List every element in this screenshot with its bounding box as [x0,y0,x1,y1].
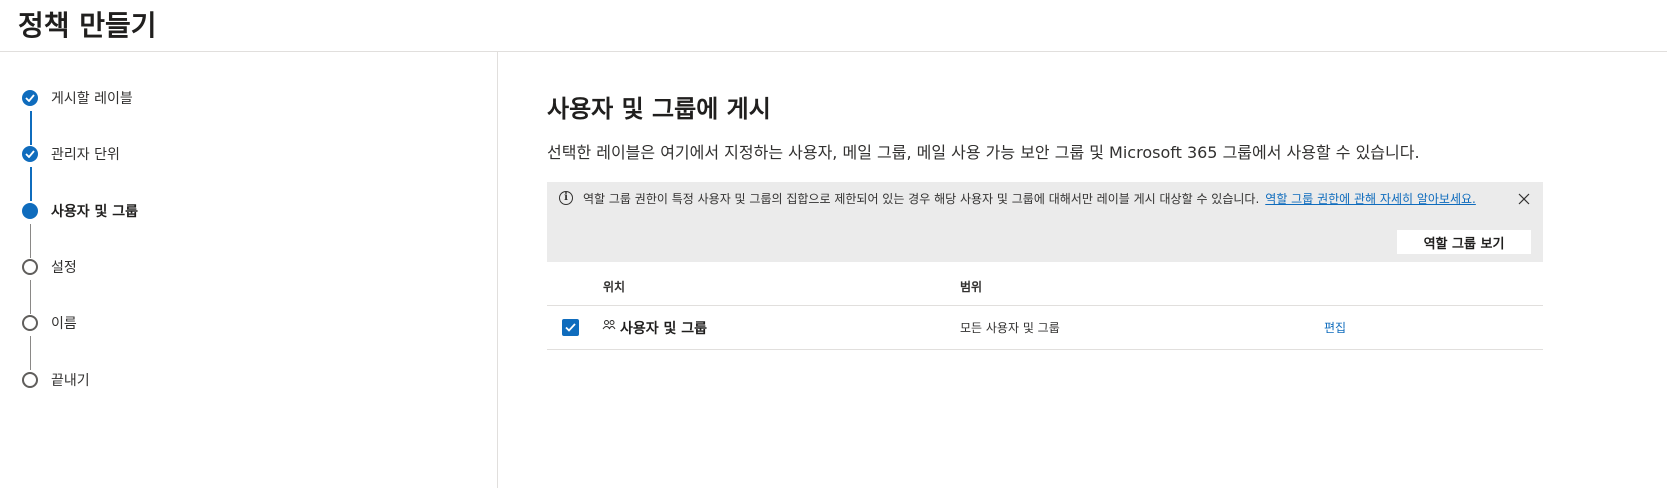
step-label: 끝내기 [51,373,90,389]
info-icon: i [559,191,573,205]
table-row: 사용자 및 그룹 모든 사용자 및 그룹 편집 [547,306,1543,350]
edit-link[interactable]: 편집 [1324,319,1346,336]
step-pending-icon [22,315,38,331]
step-connector [30,167,32,201]
section-description: 선택한 레이블은 여기에서 지정하는 사용자, 메일 그룹, 메일 사용 가능 … [547,143,1420,162]
step-connector [30,280,31,314]
step-done-check-icon [22,146,38,162]
banner-message: 역할 그룹 권한이 특정 사용자 및 그룹의 집합으로 제한되어 있는 경우 해… [583,191,1483,207]
step-label: 관리자 단위 [51,147,120,163]
row-scope: 모든 사용자 및 그룹 [960,321,1060,335]
step-label: 설정 [51,260,77,276]
step-label: 게시할 레이블 [51,91,133,107]
section-title: 사용자 및 그룹에 게시 [547,95,771,123]
step-pending-icon [22,259,38,275]
step-pending-icon [22,372,38,388]
step-current-icon [22,203,38,219]
view-role-groups-button[interactable]: 역할 그룹 보기 [1397,230,1531,254]
page-header: 정책 만들기 [0,0,1667,52]
step-label: 이름 [51,316,77,332]
column-header-scope: 범위 [960,280,983,294]
step-connector [30,111,32,145]
step-done-check-icon [22,90,38,106]
step-connector [30,224,31,258]
step-connector [30,336,31,370]
people-icon [602,319,616,334]
row-checkbox[interactable] [562,319,579,336]
step-label: 사용자 및 그룹 [51,204,139,220]
row-location-name: 사용자 및 그룹 [620,321,708,337]
wizard-steps-sidebar: 게시할 레이블 관리자 단위 사용자 및 그룹 설정 이름 끝내기 [0,52,498,488]
page-title: 정책 만들기 [18,9,157,42]
main-content: 사용자 및 그룹에 게시 선택한 레이블은 여기에서 지정하는 사용자, 메일 … [547,52,1647,488]
info-banner: i 역할 그룹 권한이 특정 사용자 및 그룹의 집합으로 제한되어 있는 경우… [547,182,1543,262]
learn-more-link[interactable]: 역할 그룹 권한에 관해 자세히 알아보세요. [1265,192,1476,206]
close-icon[interactable] [1517,191,1531,205]
column-header-location: 위치 [603,280,626,294]
banner-text: 역할 그룹 권한이 특정 사용자 및 그룹의 집합으로 제한되어 있는 경우 해… [583,192,1260,206]
